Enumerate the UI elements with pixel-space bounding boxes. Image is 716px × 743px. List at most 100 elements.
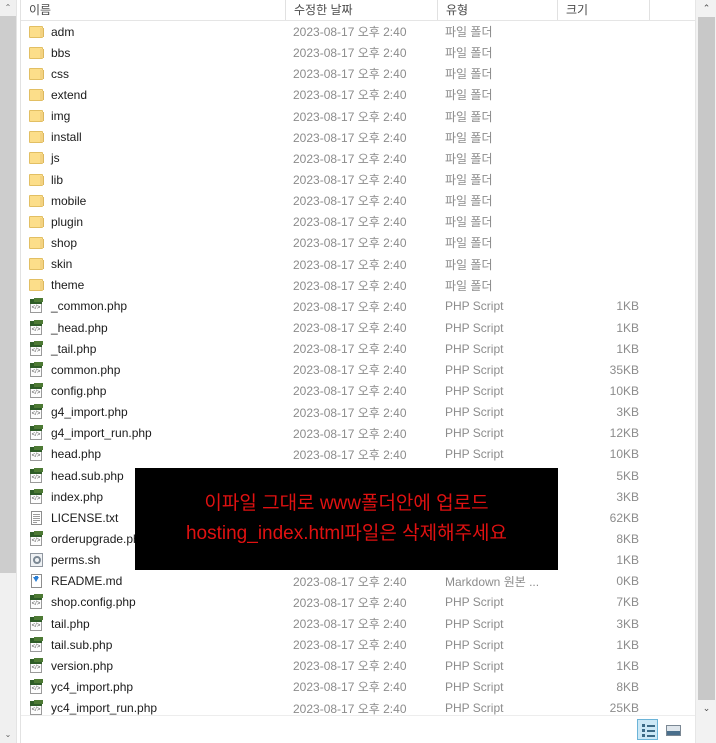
file-name-cell[interactable]: skin [21, 256, 285, 272]
table-row[interactable]: css 2023-08-17 오후 2:40 파일 폴더 [21, 63, 695, 84]
file-name-cell[interactable]: plugin [21, 214, 285, 230]
table-row[interactable]: </> common.php 2023-08-17 오후 2:40 PHP Scrip… [21, 359, 695, 380]
table-row[interactable]: </> tail.php 2023-08-17 오후 2:40 PHP Script 3… [21, 613, 695, 634]
file-name-label: LICENSE.txt [51, 510, 119, 525]
file-name-cell[interactable]: install [21, 129, 285, 145]
table-row[interactable]: plugin 2023-08-17 오후 2:40 파일 폴더 [21, 211, 695, 232]
file-name-cell[interactable]: </> common.php [21, 361, 285, 378]
file-size-cell: 0KB [616, 574, 639, 589]
column-header-name[interactable]: 이름 [21, 0, 285, 20]
column-header-type[interactable]: 유형 [437, 0, 557, 20]
file-date-cell: 2023-08-17 오후 2:40 [293, 701, 407, 716]
file-name-cell[interactable]: mobile [21, 193, 285, 209]
file-name-cell[interactable]: README.md [21, 573, 285, 589]
file-name-label: _common.php [51, 299, 128, 314]
file-size-cell: 35KB [609, 362, 639, 377]
file-date-cell: 2023-08-17 오후 2:40 [293, 25, 407, 40]
file-name-cell[interactable]: </> head.php [21, 446, 285, 462]
table-row[interactable]: </> yc4_import.php 2023-08-17 오후 2:40 PHP S… [21, 676, 695, 697]
file-type-cell: 파일 폴더 [445, 194, 493, 209]
details-view-button[interactable] [637, 719, 658, 740]
file-name-cell[interactable]: </> tail.sub.php [21, 636, 285, 653]
file-name-label: _tail.php [51, 341, 97, 356]
file-name-cell[interactable]: js [21, 150, 285, 166]
file-name-cell[interactable]: </> _common.php [21, 298, 285, 314]
file-size-cell: 1KB [616, 553, 639, 568]
table-row[interactable]: js 2023-08-17 오후 2:40 파일 폴더 [21, 148, 695, 169]
column-header-date[interactable]: 수정한 날짜 [285, 0, 437, 20]
file-name-label: skin [51, 257, 73, 272]
file-name-cell[interactable]: </> config.php [21, 382, 285, 399]
folder-icon [29, 277, 45, 293]
table-row[interactable]: skin 2023-08-17 오후 2:40 파일 폴더 [21, 254, 695, 275]
table-row[interactable]: </> g4_import_run.php 2023-08-17 오후 2:40 PH… [21, 423, 695, 444]
table-row[interactable]: </> head.php 2023-08-17 오후 2:40 PHP Script 1… [21, 444, 695, 465]
table-row[interactable]: </> g4_import.php 2023-08-17 오후 2:40 PHP Sc… [21, 402, 695, 423]
left-scrollbar-thumb[interactable] [0, 16, 16, 573]
php-script-icon: </> [29, 615, 45, 632]
table-row[interactable]: </> shop.config.php 2023-08-17 오후 2:40 PHP … [21, 592, 695, 613]
table-row[interactable]: </> config.php 2023-08-17 오후 2:40 PHP Scrip… [21, 380, 695, 401]
file-type-cell: PHP Script [445, 299, 504, 314]
file-name-cell[interactable]: theme [21, 277, 285, 293]
table-row[interactable]: </> _head.php 2023-08-17 오후 2:40 PHP Script… [21, 317, 695, 338]
file-name-cell[interactable]: extend [21, 87, 285, 103]
scroll-up-icon[interactable]: ⌃ [698, 0, 715, 17]
file-name-cell[interactable]: </> yc4_import_run.php [21, 700, 285, 716]
text-document-icon [29, 510, 45, 526]
folder-icon [29, 87, 45, 103]
large-icons-view-button[interactable] [662, 719, 683, 740]
scroll-down-icon[interactable]: ⌄ [698, 700, 715, 717]
file-name-cell[interactable]: </> yc4_import.php [21, 678, 285, 695]
file-name-cell[interactable]: </> g4_import_run.php [21, 425, 285, 441]
scrollbar-thumb[interactable] [698, 17, 715, 700]
php-script-icon: </> [29, 700, 45, 716]
file-name-cell[interactable]: </> _tail.php [21, 340, 285, 357]
php-script-icon: </> [29, 298, 45, 314]
file-name-cell[interactable]: bbs [21, 45, 285, 61]
table-row[interactable]: theme 2023-08-17 오후 2:40 파일 폴더 [21, 275, 695, 296]
table-row[interactable]: README.md 2023-08-17 오후 2:40 Markdown 원본 .… [21, 571, 695, 592]
column-header-size[interactable]: 크기 [557, 0, 649, 20]
table-row[interactable]: </> _tail.php 2023-08-17 오후 2:40 PHP Script… [21, 338, 695, 359]
php-script-icon: </> [29, 467, 45, 484]
table-row[interactable]: install 2023-08-17 오후 2:40 파일 폴더 [21, 127, 695, 148]
file-date-cell: 2023-08-17 오후 2:40 [293, 194, 407, 209]
table-row[interactable]: adm 2023-08-17 오후 2:40 파일 폴더 [21, 21, 695, 42]
file-type-cell: PHP Script [445, 320, 504, 335]
table-row[interactable]: mobile 2023-08-17 오후 2:40 파일 폴더 [21, 190, 695, 211]
file-name-cell[interactable]: lib [21, 172, 285, 188]
file-size-cell: 25KB [609, 701, 639, 716]
file-name-cell[interactable]: </> g4_import.php [21, 404, 285, 420]
vertical-scrollbar[interactable]: ⌃ ⌄ [695, 0, 716, 743]
php-script-icon: </> [29, 678, 45, 695]
file-size-cell: 1KB [616, 320, 639, 335]
file-type-cell: PHP Script [445, 447, 504, 462]
file-name-cell[interactable]: img [21, 108, 285, 124]
table-row[interactable]: shop 2023-08-17 오후 2:40 파일 폴더 [21, 232, 695, 253]
file-name-cell[interactable]: </> version.php [21, 657, 285, 674]
file-name-cell[interactable]: shop [21, 235, 285, 251]
file-date-cell: 2023-08-17 오후 2:40 [293, 321, 407, 336]
file-type-cell: PHP Script [445, 658, 504, 673]
file-size-cell: 8KB [616, 531, 639, 546]
file-name-label: head.php [51, 447, 102, 462]
table-row[interactable]: img 2023-08-17 오후 2:40 파일 폴더 [21, 106, 695, 127]
file-name-cell[interactable]: </> _head.php [21, 319, 285, 336]
table-row[interactable]: </> _common.php 2023-08-17 오후 2:40 PHP Scri… [21, 296, 695, 317]
file-name-cell[interactable]: css [21, 66, 285, 82]
file-size-cell: 3KB [616, 489, 639, 504]
left-scroll-up-icon[interactable]: ⌃ [0, 0, 16, 16]
table-row[interactable]: </> version.php 2023-08-17 오후 2:40 PHP Scri… [21, 655, 695, 676]
left-scrollbar[interactable]: ⌃ ⌄ [0, 0, 17, 743]
table-row[interactable]: extend 2023-08-17 오후 2:40 파일 폴더 [21, 84, 695, 105]
file-type-cell: 파일 폴더 [445, 173, 493, 188]
table-row[interactable]: </> tail.sub.php 2023-08-17 오후 2:40 PHP Scr… [21, 634, 695, 655]
file-name-cell[interactable]: </> tail.php [21, 615, 285, 632]
file-name-cell[interactable]: adm [21, 24, 285, 40]
table-row[interactable]: lib 2023-08-17 오후 2:40 파일 폴더 [21, 169, 695, 190]
table-row[interactable]: bbs 2023-08-17 오후 2:40 파일 폴더 [21, 42, 695, 63]
left-scroll-down-icon[interactable]: ⌄ [0, 727, 16, 743]
file-size-cell: 7KB [616, 595, 639, 610]
file-name-cell[interactable]: </> shop.config.php [21, 594, 285, 610]
